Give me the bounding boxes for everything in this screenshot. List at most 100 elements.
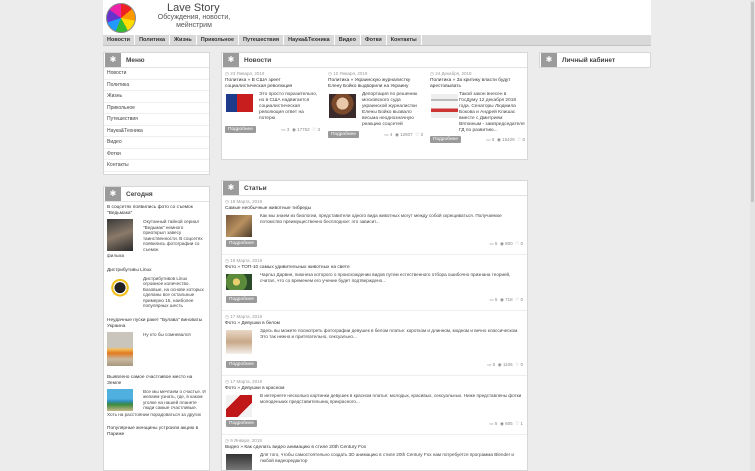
article-item: ◷ 9 Января, 2019 Видео » Как сделать вид…	[222, 435, 527, 471]
nav-item-travel[interactable]: Путешествия	[239, 35, 285, 45]
news-image[interactable]	[329, 94, 356, 118]
nav-item-politics[interactable]: Политика	[135, 35, 170, 45]
nav-item-news[interactable]: Новости	[103, 35, 136, 45]
menu-item-travel[interactable]: Путешествия	[104, 114, 209, 126]
article-title[interactable]: Фото » Девушки в красном	[225, 386, 524, 391]
heart-icon: ♡	[515, 241, 520, 246]
site-logo[interactable]	[106, 3, 136, 33]
today-item-image[interactable]	[107, 388, 133, 411]
page-scrollbar[interactable]	[750, 0, 755, 471]
article-date: ◷ 17 Марта, 2019	[225, 379, 263, 384]
comment-icon: ▭	[486, 136, 491, 142]
nav-item-contacts[interactable]: Контакты	[387, 35, 422, 45]
news-box-title: Новости	[244, 56, 272, 64]
gear-icon: ✱	[223, 181, 239, 195]
eye-icon: ◉	[499, 421, 504, 426]
news-date: ◷ 23 Января, 2019	[225, 71, 265, 76]
article-image[interactable]	[226, 330, 252, 354]
today-item-title[interactable]: Выявлено самое счастливое место на Земле	[107, 375, 206, 387]
article-more-button[interactable]: Подробнее	[226, 296, 257, 303]
nav-item-photos[interactable]: Фотки	[361, 35, 387, 45]
site-header: Lave Story Обсуждения, новости, мейнстри…	[103, 0, 651, 35]
article-image[interactable]	[226, 454, 252, 470]
article-title[interactable]: Фото » ТОП-10 самых удивительных животны…	[225, 265, 524, 270]
news-more-button[interactable]: Подробнее	[328, 131, 359, 138]
news-image[interactable]	[431, 94, 458, 118]
articles-box-header: ✱ Статьи	[222, 181, 527, 196]
site-title[interactable]: Lave Story	[167, 2, 220, 14]
eye-icon: ◉	[496, 136, 501, 142]
eye-icon: ◉	[497, 362, 502, 367]
today-item: В соцсетях появились фото со съемок "Вед…	[104, 202, 209, 259]
today-item-image[interactable]	[107, 219, 133, 251]
today-item-title[interactable]: Неудачные пуски ракет "Булава" виноваты …	[107, 318, 206, 330]
news-title[interactable]: Политика » За критику власти будут арест…	[430, 78, 525, 89]
news-title[interactable]: Политика » Украинскую журналистку Елену …	[328, 78, 423, 89]
article-image[interactable]	[226, 395, 252, 417]
comment-icon: ▭	[489, 241, 494, 246]
news-item: ◷ 10 Января, 2019 Политика » Украинскую …	[328, 71, 423, 138]
article-title[interactable]: Видео » Как сделать видео анимацию в сти…	[225, 445, 524, 450]
heart-icon: ♡	[515, 362, 520, 367]
today-item-tail: фильма	[107, 253, 125, 258]
today-item-title[interactable]: Популярные женщины устроили акцию в Пари…	[107, 426, 206, 438]
article-text: В интернете несколько картинки девушек в…	[260, 393, 522, 404]
today-item-text: Ну кто бы сомневался	[143, 331, 191, 337]
menu-item-video[interactable]: Видео	[104, 137, 209, 149]
news-title[interactable]: Политика » В США зреет социалистическая …	[225, 78, 320, 89]
article-title[interactable]: Самые необычные животные тибреды	[225, 206, 524, 211]
menu-item-news[interactable]: Новости	[104, 68, 209, 80]
menu-item-politics[interactable]: Политика	[104, 80, 209, 91]
article-text: Для того, чтобы самостоятельно создать 3…	[260, 452, 514, 463]
eye-icon: ◉	[499, 241, 504, 246]
scrollbar-thumb[interactable]	[751, 2, 754, 202]
today-item-image[interactable]	[107, 331, 133, 366]
heart-icon: ♡	[515, 297, 520, 302]
news-more-button[interactable]: Подробнее	[225, 126, 256, 133]
menu-item-contacts[interactable]: Контакты	[104, 160, 209, 172]
menu-item-science[interactable]: Наука&Техника	[104, 126, 209, 137]
menu-item-life[interactable]: Жизнь	[104, 91, 209, 103]
gear-icon: ✱	[223, 53, 239, 67]
nav-item-funny[interactable]: Прикольное	[197, 35, 240, 45]
heart-icon: ♡	[415, 131, 420, 137]
menu-item-photos[interactable]: Фотки	[104, 149, 209, 160]
today-item-image[interactable]	[107, 275, 133, 302]
menu-item-funny[interactable]: Прикольное	[104, 103, 209, 114]
menu-box-header: ✱ Меню	[104, 53, 209, 68]
article-more-button[interactable]: Подробнее	[226, 361, 257, 368]
news-text: Такой закон внесен в ГосДуму 12 декабря …	[459, 92, 525, 133]
article-more-button[interactable]: Подробнее	[226, 240, 257, 247]
today-item: Неудачные пуски ракет "Булава" виноваты …	[104, 315, 209, 366]
nav-item-science[interactable]: Наука&Техника	[284, 35, 335, 45]
personal-cabinet-title[interactable]: Личный кабинет	[562, 57, 615, 64]
personal-cabinet-header[interactable]: ✱ Личный кабинет	[540, 53, 650, 67]
eye-icon: ◉	[499, 297, 504, 302]
news-item: ◷ 24 Декабря, 2018 Политика » За критику…	[430, 71, 525, 143]
article-image[interactable]	[226, 215, 252, 237]
nav-item-video[interactable]: Видео	[335, 35, 361, 45]
article-more-button[interactable]: Подробнее	[226, 420, 257, 427]
menu-box-title: Меню	[126, 56, 145, 64]
article-date: ◷ 19 Марта, 2019	[225, 199, 263, 204]
today-item-title[interactable]: В соцсетях появились фото со съемок "Вед…	[107, 205, 206, 217]
news-stats: ▭ 3 ◉ 17752 ♡ 3	[281, 126, 320, 132]
articles-box-title: Статьи	[244, 184, 267, 192]
article-stats: ▭ 5 ◉ 605 ♡ 1	[489, 421, 523, 426]
today-item-text: Дистрибутивов Linux огромное количество.…	[143, 275, 204, 309]
eye-icon: ◉	[291, 126, 296, 132]
article-date: ◷ 17 Марта, 2019	[225, 314, 263, 319]
today-item-title[interactable]: Дистрибутивы Linux	[107, 268, 206, 274]
article-image[interactable]	[226, 274, 252, 290]
news-date: ◷ 10 Января, 2019	[328, 71, 368, 76]
nav-item-life[interactable]: Жизнь	[170, 35, 197, 45]
comment-icon: ▭	[487, 362, 492, 367]
news-image[interactable]	[226, 94, 253, 112]
comment-icon: ▭	[489, 297, 494, 302]
article-title[interactable]: Фото » Девушки в белом	[225, 321, 524, 326]
personal-cabinet-box: ✱ Личный кабинет	[539, 52, 651, 68]
news-stats: ▭ 5 ◉ 15429 ♡ 0	[486, 136, 525, 142]
gear-icon: ✱	[541, 53, 557, 67]
gear-icon: ✱	[105, 53, 121, 67]
news-more-button[interactable]: Подробнее	[430, 136, 461, 143]
